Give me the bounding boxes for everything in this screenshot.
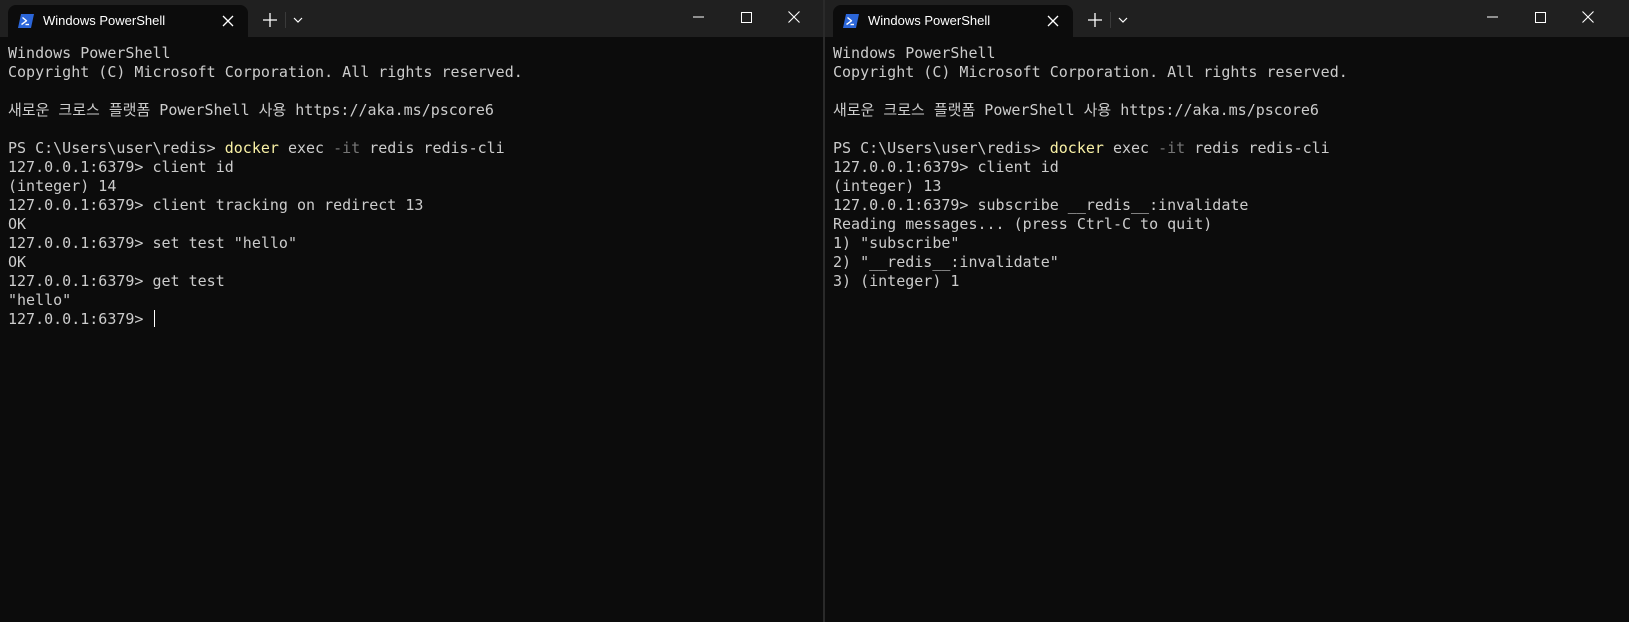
minimize-button[interactable] <box>675 0 721 34</box>
tab-dropdown-button[interactable] <box>1113 8 1133 32</box>
line-text: 2) "__redis__:invalidate" <box>833 253 1059 271</box>
line-text: OK <box>8 215 27 233</box>
title-bar[interactable]: Windows PowerShell <box>0 0 823 37</box>
terminal-line: 127.0.0.1:6379> client id <box>8 158 819 177</box>
plus-icon <box>263 13 277 27</box>
terminal-line: 127.0.0.1:6379> client tracking on redir… <box>8 196 819 215</box>
command-args: redis redis-cli <box>1185 139 1330 157</box>
text-cursor <box>153 310 155 327</box>
maximize-icon <box>1534 11 1546 23</box>
window-close-icon <box>1582 11 1594 23</box>
terminal-output[interactable]: Windows PowerShell Copyright (C) Microsof… <box>8 44 819 622</box>
line-text: 127.0.0.1:6379> get test <box>8 272 225 290</box>
terminal-line: 새로운 크로스 플랫폼 PowerShell 사용 https://aka.ms… <box>8 101 819 120</box>
line-text: Copyright (C) Microsoft Corporation. All… <box>8 63 523 81</box>
terminal-output[interactable]: Windows PowerShell Copyright (C) Microsof… <box>833 44 1625 622</box>
command-args: exec <box>1103 139 1159 157</box>
line-text: OK <box>8 253 27 271</box>
terminal-line: (integer) 14 <box>8 177 819 196</box>
line-text: 1) "subscribe" <box>833 234 960 252</box>
line-text: Windows PowerShell <box>833 44 996 62</box>
maximize-button[interactable] <box>1517 0 1563 34</box>
tab-powershell[interactable]: Windows PowerShell <box>833 5 1073 37</box>
minimize-button[interactable] <box>1469 0 1515 34</box>
line-text: 새로운 크로스 플랫폼 PowerShell 사용 https://aka.ms… <box>833 101 1319 119</box>
line-text: 127.0.0.1:6379> set test "hello" <box>8 234 297 252</box>
terminal-line: 127.0.0.1:6379> set test "hello" <box>8 234 819 253</box>
command-name: docker <box>1049 139 1104 157</box>
powershell-icon <box>843 13 859 28</box>
window-close-button[interactable] <box>771 0 817 34</box>
command-args: redis redis-cli <box>360 139 505 157</box>
line-text: 3) (integer) 1 <box>833 272 960 290</box>
line-text: Windows PowerShell <box>8 44 171 62</box>
line-text: 127.0.0.1:6379> subscribe __redis__:inva… <box>833 196 1249 214</box>
terminal-line: 127.0.0.1:6379> <box>8 310 819 329</box>
chevron-down-icon <box>1118 17 1128 23</box>
line-text: "hello" <box>8 291 72 309</box>
line-text: 127.0.0.1:6379> client id <box>8 158 234 176</box>
line-text: Reading messages... (press Ctrl-C to qui… <box>833 215 1213 233</box>
terminal-line: "hello" <box>8 291 819 310</box>
tab-powershell[interactable]: Windows PowerShell <box>8 5 248 37</box>
line-text: (integer) 13 <box>833 177 942 195</box>
tab-title: Windows PowerShell <box>43 13 166 28</box>
line-text: 새로운 크로스 플랫폼 PowerShell 사용 https://aka.ms… <box>8 101 494 119</box>
terminal-line: Copyright (C) Microsoft Corporation. All… <box>833 63 1625 82</box>
terminal-line: 새로운 크로스 플랫폼 PowerShell 사용 https://aka.ms… <box>833 101 1625 120</box>
powershell-icon <box>18 13 34 28</box>
line-text: (integer) 14 <box>8 177 117 195</box>
terminal-window-left: Windows PowerShell Windows PowerShell Cop… <box>0 0 823 622</box>
terminal-line: 3) (integer) 1 <box>833 272 1625 291</box>
minimize-icon <box>692 16 704 18</box>
close-icon[interactable] <box>1043 11 1063 31</box>
window-close-button[interactable] <box>1565 0 1611 34</box>
terminal-line: 1) "subscribe" <box>833 234 1625 253</box>
prompt-text: PS C:\Users\user\redis> <box>833 139 1050 157</box>
line-text: Copyright (C) Microsoft Corporation. All… <box>833 63 1348 81</box>
terminal-line: 2) "__redis__:invalidate" <box>833 253 1625 272</box>
terminal-line: 127.0.0.1:6379> get test <box>8 272 819 291</box>
terminal-window-right: Windows PowerShell Windows PowerShell Cop… <box>825 0 1629 622</box>
title-bar[interactable]: Windows PowerShell <box>825 0 1629 37</box>
command-name: docker <box>224 139 279 157</box>
chevron-down-icon <box>293 17 303 23</box>
terminal-line: Copyright (C) Microsoft Corporation. All… <box>8 63 819 82</box>
new-tab-button[interactable] <box>258 8 282 32</box>
line-text: 127.0.0.1:6379> <box>8 310 153 328</box>
separator <box>1110 12 1111 28</box>
tab-title: Windows PowerShell <box>868 13 991 28</box>
minimize-icon <box>1486 16 1498 18</box>
maximize-button[interactable] <box>723 0 769 34</box>
terminal-line: (integer) 13 <box>833 177 1625 196</box>
terminal-line: PS C:\Users\user\redis> docker exec -it … <box>8 139 819 158</box>
terminal-line: Windows PowerShell <box>8 44 819 63</box>
terminal-line: PS C:\Users\user\redis> docker exec -it … <box>833 139 1625 158</box>
terminal-line: Windows PowerShell <box>833 44 1625 63</box>
prompt-text: PS C:\Users\user\redis> <box>8 139 225 157</box>
tab-dropdown-button[interactable] <box>288 8 308 32</box>
terminal-line: OK <box>8 253 819 272</box>
terminal-line: Reading messages... (press Ctrl-C to qui… <box>833 215 1625 234</box>
command-args: exec <box>278 139 334 157</box>
window-close-icon <box>788 11 800 23</box>
terminal-line: 127.0.0.1:6379> subscribe __redis__:inva… <box>833 196 1625 215</box>
line-text: 127.0.0.1:6379> client id <box>833 158 1059 176</box>
separator <box>285 12 286 28</box>
terminal-line: 127.0.0.1:6379> client id <box>833 158 1625 177</box>
command-flag: -it <box>1158 139 1186 157</box>
line-text: 127.0.0.1:6379> client tracking on redir… <box>8 196 424 214</box>
maximize-icon <box>740 11 752 23</box>
new-tab-button[interactable] <box>1083 8 1107 32</box>
terminal-line: OK <box>8 215 819 234</box>
plus-icon <box>1088 13 1102 27</box>
close-icon[interactable] <box>218 11 238 31</box>
command-flag: -it <box>333 139 361 157</box>
